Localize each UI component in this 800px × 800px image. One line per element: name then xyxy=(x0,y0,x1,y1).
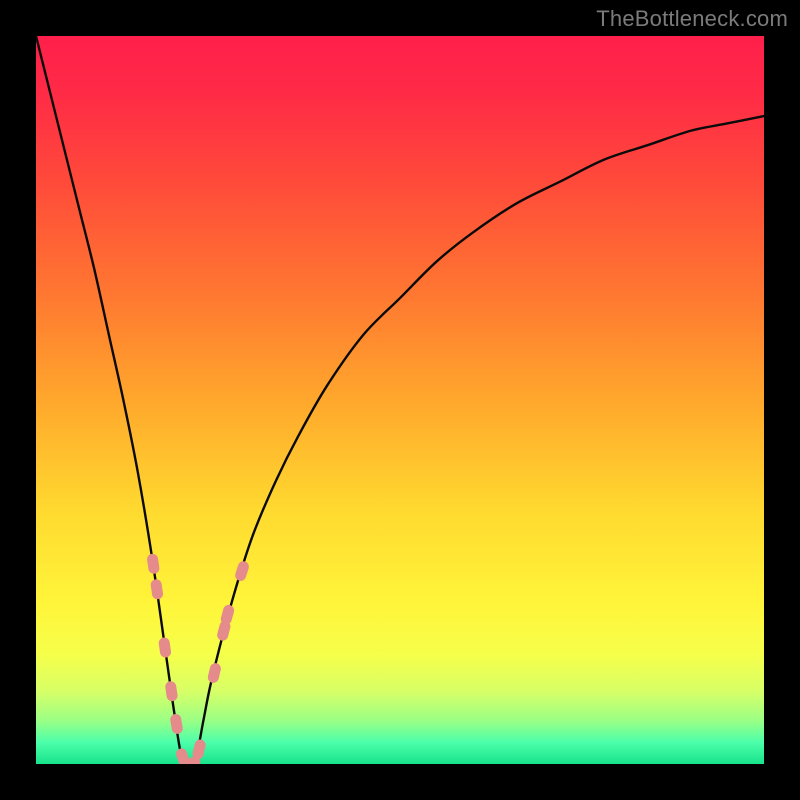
outer-frame: TheBottleneck.com xyxy=(0,0,800,800)
plot-area xyxy=(36,36,764,764)
watermark-text: TheBottleneck.com xyxy=(596,6,788,32)
gradient-background xyxy=(36,36,764,764)
chart-svg xyxy=(36,36,764,764)
